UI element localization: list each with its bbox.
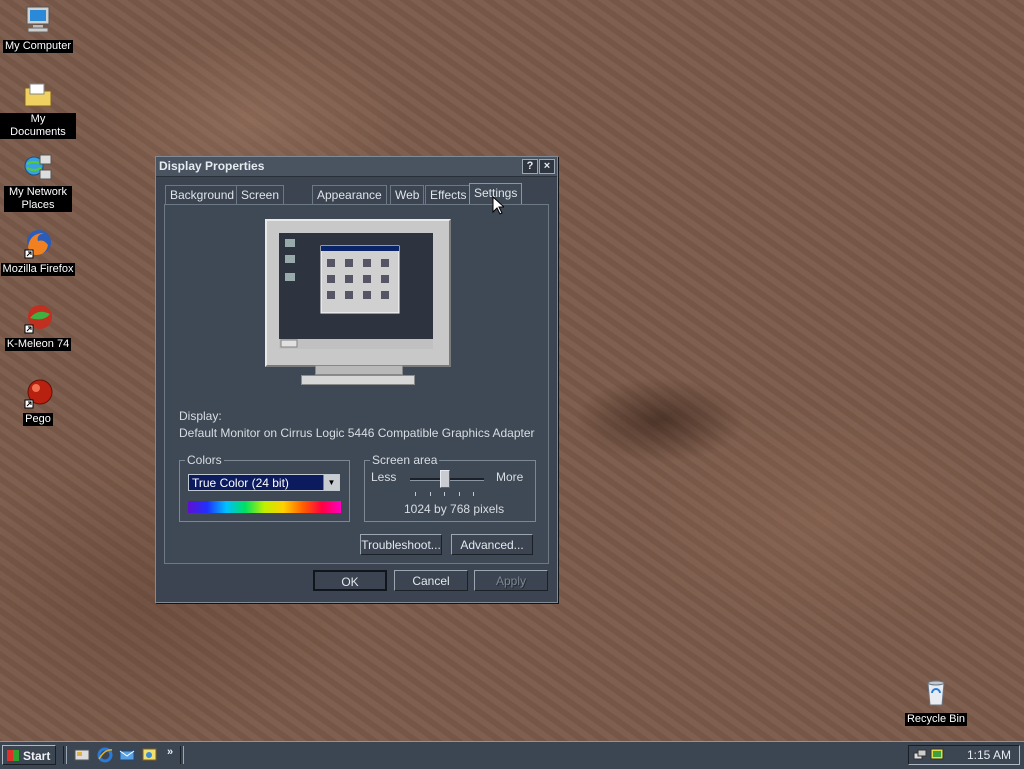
k-meleon-icon	[22, 302, 54, 334]
internet-explorer-icon[interactable]	[97, 747, 113, 763]
colors-dropdown[interactable]: True Color (24 bit) ▼	[188, 474, 340, 491]
recycle-bin-icon	[920, 677, 952, 709]
help-button[interactable]: ?	[522, 159, 538, 174]
system-tray: 1:15 AM	[908, 745, 1020, 765]
taskbar-separator	[180, 746, 184, 764]
firefox-icon	[22, 227, 54, 259]
display-tray-icon[interactable]	[930, 748, 944, 762]
windows-logo-icon	[7, 750, 19, 761]
monitor-neck	[315, 365, 403, 375]
colors-group: Colors True Color (24 bit) ▼	[179, 453, 350, 522]
advanced-button[interactable]: Advanced...	[451, 534, 533, 555]
tab-effects[interactable]: Effects	[425, 185, 472, 204]
less-label: Less	[371, 470, 397, 484]
colors-group-title: Colors	[185, 453, 224, 467]
desktop-icon-my-computer[interactable]: My Computer	[0, 4, 76, 53]
slider-tick	[459, 492, 460, 496]
chevron-right-icon[interactable]: »	[167, 746, 173, 758]
taskbar-separator	[63, 746, 67, 764]
color-spectrum-bar	[188, 501, 341, 513]
screen-area-group: Screen area Less More 1024 by 768 pixels	[364, 453, 536, 522]
folder-icon	[22, 79, 54, 111]
start-button[interactable]: Start	[2, 745, 56, 765]
troubleshoot-button[interactable]: Troubleshoot...	[360, 534, 442, 555]
display-adapter-text: Default Monitor on Cirrus Logic 5446 Com…	[179, 426, 535, 440]
slider-tick	[473, 492, 474, 496]
settings-panel: Display: Default Monitor on Cirrus Logic…	[164, 204, 549, 564]
monitor-preview	[265, 219, 451, 391]
network-tray-icon[interactable]	[913, 748, 927, 762]
monitor-screen-preview	[279, 233, 433, 349]
desktop-icon-label: K-Meleon 74	[4, 338, 72, 351]
tab-web[interactable]: Web	[390, 185, 425, 204]
monitor-bezel	[265, 219, 451, 367]
slider-tick	[415, 492, 416, 496]
desktop-icon-my-documents[interactable]: My Documents	[0, 79, 76, 139]
desktop-icon-pego[interactable]: Pego	[0, 377, 76, 426]
apply-button[interactable]: Apply	[474, 570, 548, 591]
desktop-icon-label: My Documents	[0, 113, 76, 139]
dialog-title: Display Properties	[159, 159, 265, 173]
start-label: Start	[23, 749, 51, 763]
chevron-down-icon[interactable]: ▼	[323, 475, 339, 490]
desktop-icon-k-meleon[interactable]: K-Meleon 74	[0, 302, 76, 351]
slider-tick	[430, 492, 431, 496]
desktop-icon-label: Recycle Bin	[904, 713, 968, 726]
close-button[interactable]: ×	[539, 159, 555, 174]
tab-appearance[interactable]: Appearance	[312, 185, 387, 204]
ok-button[interactable]: OK	[313, 570, 387, 591]
media-icon[interactable]	[142, 747, 158, 763]
show-desktop-icon[interactable]	[74, 747, 90, 763]
cancel-button[interactable]: Cancel	[394, 570, 468, 591]
desktop-icon-recycle-bin[interactable]: Recycle Bin	[898, 677, 974, 726]
desktop-icon-label: My Computer	[2, 40, 74, 53]
desktop-icon-label: My Network Places	[4, 186, 72, 212]
display-label: Display:	[179, 409, 222, 423]
desktop-icon-label: Pego	[23, 413, 53, 426]
tab-background[interactable]: Background	[165, 185, 240, 204]
computer-icon	[22, 4, 54, 36]
slider-tick	[444, 492, 445, 496]
outlook-express-icon[interactable]	[119, 747, 135, 763]
screen-area-slider-thumb[interactable]	[440, 470, 450, 488]
pego-icon	[22, 377, 54, 409]
desktop-icon-label: Mozilla Firefox	[0, 263, 76, 276]
more-label: More	[496, 470, 524, 484]
desktop-icon-my-network-places[interactable]: My Network Places	[0, 152, 76, 212]
taskbar: Start » 1:15 AM	[0, 741, 1024, 769]
display-properties-dialog: Display Properties ? × Background Screen…	[155, 156, 558, 603]
screen-area-group-title: Screen area	[370, 453, 440, 467]
resolution-text: 1024 by 768 pixels	[404, 502, 505, 516]
monitor-base	[301, 375, 415, 385]
mouse-pointer-icon	[492, 195, 506, 218]
taskbar-clock[interactable]: 1:15 AM	[967, 746, 1011, 765]
desktop-icon-mozilla-firefox[interactable]: Mozilla Firefox	[0, 227, 76, 276]
dialog-titlebar[interactable]: Display Properties ? ×	[156, 157, 557, 177]
tab-screen-saver[interactable]: Screen Saver	[236, 185, 285, 220]
colors-selected-value: True Color (24 bit)	[192, 476, 289, 490]
network-icon	[22, 152, 54, 184]
